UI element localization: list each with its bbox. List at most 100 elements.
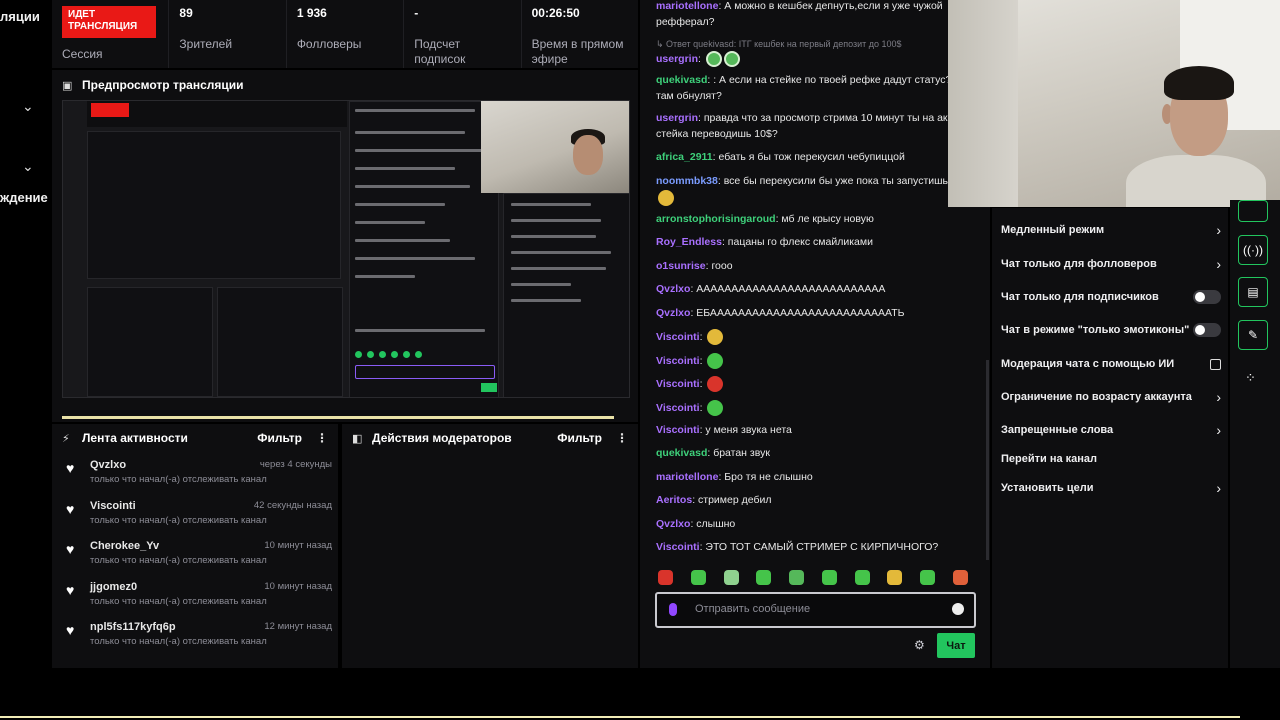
layout-icon[interactable]: ▤ (1238, 277, 1268, 307)
chat-scrollbar[interactable] (986, 360, 989, 560)
more-options-icon[interactable]: ⋮ (316, 431, 328, 445)
chat-text: : гооо (705, 260, 733, 272)
setting-set-goals[interactable]: Установить цели › (1001, 480, 1221, 496)
chat-username[interactable]: Roy_Endless (656, 236, 722, 248)
chat-username[interactable]: Qvzlxo (656, 307, 690, 319)
emote-icon[interactable] (854, 570, 870, 585)
bottom-area (0, 668, 1280, 716)
chat-message: o1sunrise: гооо (656, 260, 956, 273)
setting-slow-mode[interactable]: Медленный режим › (1001, 222, 1221, 238)
chat-username[interactable]: africa_2911 (656, 151, 713, 163)
chat-username[interactable]: quekivasd (656, 74, 707, 86)
stat-value: 1 936 (296, 6, 327, 20)
chevron-right-icon: › (1216, 389, 1221, 405)
share-icon[interactable]: ⁘ (1245, 370, 1256, 386)
setting-account-age[interactable]: Ограничение по возрасту аккаунта › (1001, 389, 1221, 405)
send-chat-button[interactable]: Чат (937, 633, 975, 658)
chat-username[interactable]: Viscointi (656, 331, 700, 343)
chat-input[interactable]: Отправить сообщение (655, 592, 976, 628)
chevron-down-icon[interactable]: ⌄ (22, 158, 36, 174)
chat-username[interactable]: Viscointi (656, 424, 700, 436)
chat-username[interactable]: Viscointi (656, 355, 700, 367)
chat-username[interactable]: mariotellone (656, 471, 718, 483)
chat-message: Viscointi: (656, 400, 956, 416)
feed-time: 10 минут назад (264, 540, 332, 551)
chat-username[interactable]: o1sunrise (656, 260, 706, 272)
chat-text: : (699, 330, 703, 343)
chat-text: : (699, 401, 703, 414)
emote-icon[interactable] (723, 570, 739, 585)
preview-mini-line (511, 299, 581, 302)
preview-mini-panel (217, 287, 343, 397)
chat-text: : (699, 377, 703, 390)
webcam-background (948, 0, 1018, 207)
setting-banned-words[interactable]: Запрещенные слова › (1001, 422, 1221, 438)
chat-username[interactable]: noommbk38 (656, 175, 718, 187)
preview-mini-line (355, 185, 470, 188)
filter-button[interactable]: Фильтр (557, 431, 602, 445)
gear-icon[interactable]: ⚙ (914, 638, 925, 652)
feed-item[interactable]: ♥ Qvzlxo только что начал(-а) отслеживат… (52, 452, 338, 493)
emoji-picker-icon[interactable] (952, 603, 964, 615)
chat-username[interactable]: Viscointi (656, 541, 700, 553)
wrench-icon[interactable]: ✎ (1238, 320, 1268, 350)
rail-button[interactable] (1238, 200, 1268, 222)
setting-label: Чат только для подписчиков (1001, 291, 1159, 303)
setting-followers-only[interactable]: Чат только для фолловеров › (1001, 256, 1221, 272)
emote-icon[interactable] (658, 570, 673, 585)
setting-emote-only[interactable]: Чат в режиме "только эмотиконы" (1001, 322, 1221, 338)
chat-username[interactable]: Qvzlxo (656, 518, 690, 530)
emote-icon[interactable] (789, 570, 805, 585)
emote-icon[interactable] (920, 570, 936, 585)
chat-username[interactable]: quekivasd (656, 447, 707, 459)
emote-icon[interactable] (690, 570, 706, 585)
chat-text: : пацаны го флекс смайликами (721, 236, 873, 248)
setting-ai-moderation[interactable]: Модерация чата с помощью ИИ (1001, 356, 1221, 372)
left-sidebar: ляции ⌄ ⌄ ждение (0, 0, 52, 668)
toggle-switch[interactable] (1193, 323, 1221, 337)
stat-subs: - Подсчет подписок (404, 0, 522, 68)
feed-item[interactable]: ♥ Cherokee_Yv только что начал(-а) отсле… (52, 533, 338, 574)
chat-username[interactable]: mariotellone (656, 0, 718, 12)
emote-icon[interactable] (821, 570, 837, 585)
more-options-icon[interactable]: ⋮ (616, 431, 628, 445)
toggle-switch[interactable] (1193, 290, 1221, 304)
emote-icon[interactable] (952, 570, 968, 585)
sidebar-fragment-top[interactable]: ляции (0, 9, 40, 24)
microphone-icon[interactable] (669, 603, 677, 616)
setting-label: Ограничение по возрасту аккаунта (1001, 391, 1192, 403)
feed-item[interactable]: ♥ jjgomez0 только что начал(-а) отслежив… (52, 574, 338, 615)
emote-icon[interactable] (887, 570, 903, 585)
filter-button[interactable]: Фильтр (257, 431, 302, 445)
chat-message: quekivasd: : А если на стейке по твоей р… (656, 74, 956, 87)
chat-username[interactable]: Aeritos (656, 494, 692, 506)
setting-subscribers-only[interactable]: Чат только для подписчиков (1001, 289, 1221, 305)
bottom-border-line (0, 716, 1240, 718)
chevron-down-icon[interactable]: ⌄ (22, 98, 36, 114)
chat-username[interactable]: Viscointi (656, 378, 700, 390)
panel-title: Лента активности (82, 431, 188, 445)
feed-item[interactable]: ♥ npl5fs117kyfq6p только что начал(-а) о… (52, 614, 338, 655)
panel-header: ◧ Действия модераторов Фильтр ⋮ (342, 424, 638, 452)
chat-username[interactable]: Qvzlxo (656, 283, 690, 295)
chat-username[interactable]: usergrin (656, 112, 698, 124)
setting-go-to-channel[interactable]: Перейти на канал (1001, 451, 1221, 467)
preview-mini-emote (379, 351, 386, 358)
chat-text: там обнулят? (656, 90, 722, 102)
preview-mini-emote (403, 351, 410, 358)
preview-mini-line (355, 221, 425, 224)
chat-username[interactable]: arronstophorisingaroud (656, 213, 776, 225)
emote-bar (658, 570, 968, 585)
sidebar-fragment-bottom[interactable]: ждение (0, 190, 48, 205)
chat-username[interactable]: Viscointi (656, 402, 700, 414)
preview-mini-line (355, 149, 485, 152)
feed-item[interactable]: ♥ Viscointi только что начал(-а) отслежи… (52, 493, 338, 534)
feed-action: только что начал(-а) отслеживать канал (90, 555, 267, 566)
preview-mini-input (355, 365, 495, 379)
broadcast-icon[interactable]: ((·)) (1238, 235, 1268, 265)
stream-preview-video[interactable] (62, 100, 630, 398)
stat-viewers: 89 Зрителей (169, 0, 287, 68)
setting-label: Установить цели (1001, 482, 1094, 494)
emote-icon[interactable] (756, 570, 772, 585)
chat-username[interactable]: usergrin (656, 53, 698, 65)
